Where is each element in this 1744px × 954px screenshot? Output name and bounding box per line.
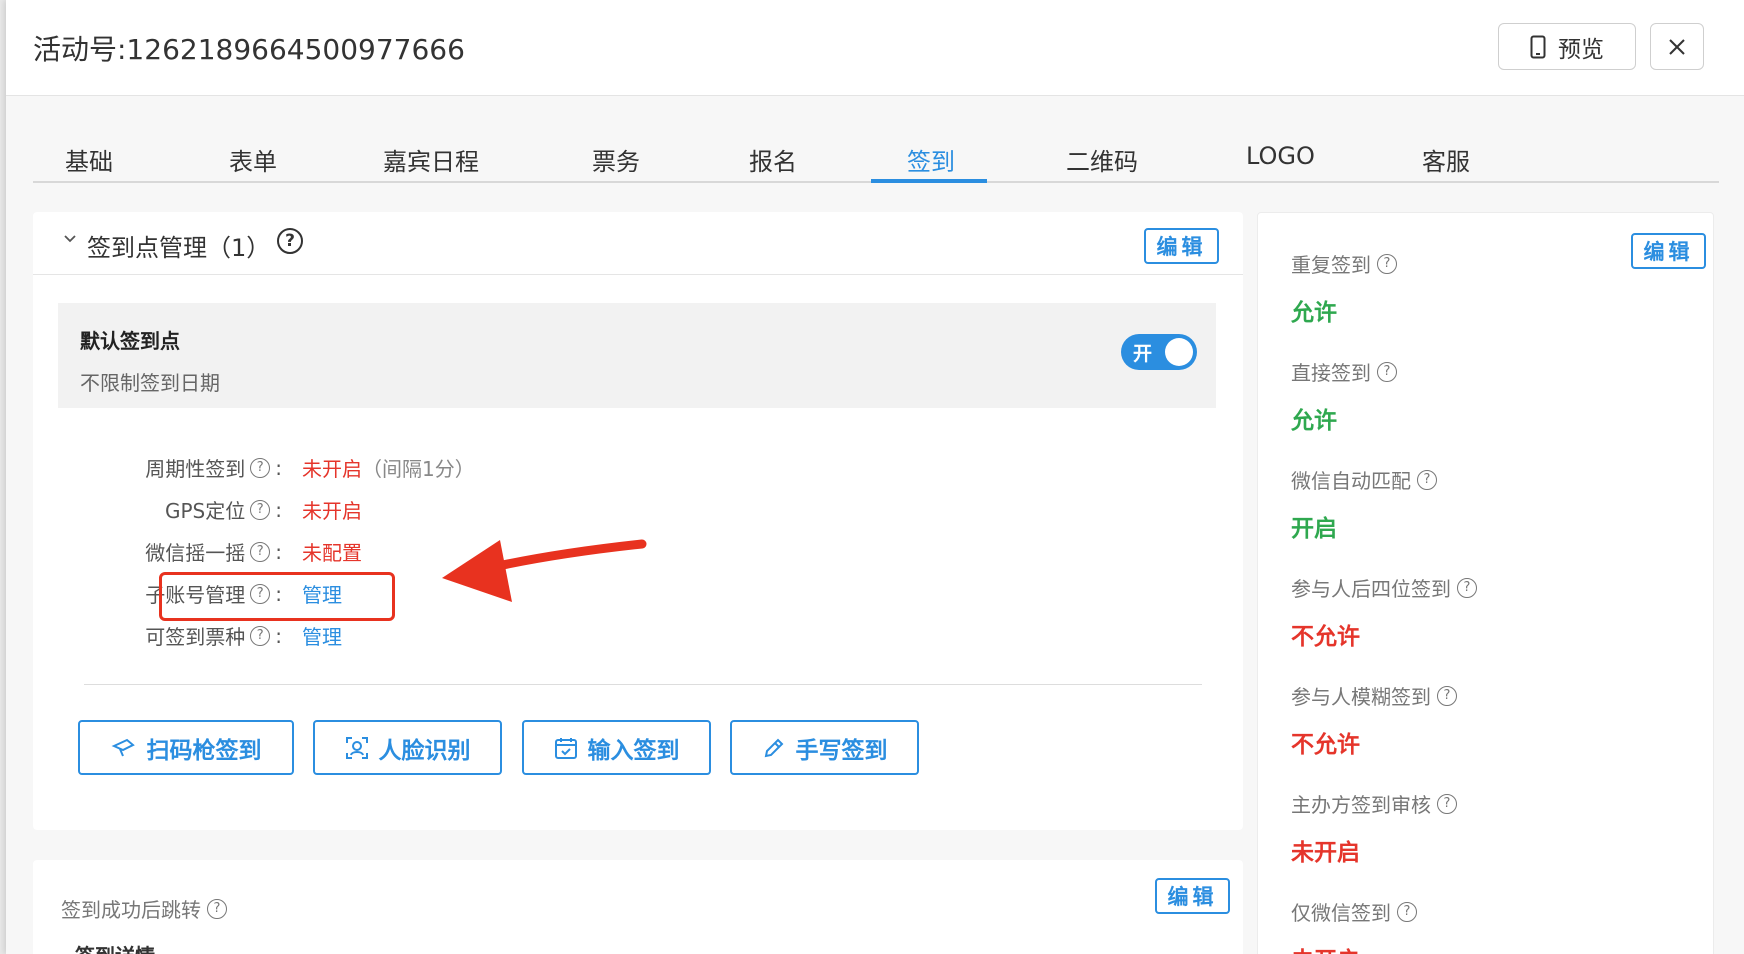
redirect-edit-button[interactable]: 编辑 [1155,878,1230,914]
rule-value-fuzzy: 不允许 [1291,732,1360,758]
tab-qrcode[interactable]: 二维码 [1066,142,1138,177]
help-icon[interactable]: ? [1377,253,1397,274]
calendar-icon [554,737,577,759]
rule-value-organizer-review: 未开启 [1291,840,1360,866]
close-button[interactable] [1650,23,1704,70]
rule-label-repeat: 重复签到? [1291,249,1397,278]
setting-label: 微信摇一摇 ?: [145,539,282,566]
rule-value-repeat: 允许 [1291,300,1337,326]
rule-value-wechat-match: 开启 [1291,516,1337,542]
checkin-points-header: 签到点管理（1） ? 编辑 [33,212,1243,275]
rule-value-direct: 允许 [1291,408,1337,434]
help-icon[interactable]: ? [250,541,271,562]
rule-label-last-four: 参与人后四位签到? [1291,573,1477,602]
face-icon [345,736,368,759]
help-icon[interactable]: ? [1437,793,1457,814]
help-icon[interactable]: ? [1417,469,1437,490]
annotation-highlight-box [159,572,395,621]
tab-registration[interactable]: 报名 [749,142,797,177]
rule-label-fuzzy: 参与人模糊签到? [1291,681,1457,710]
page-title: 活动号:1262189664500977666 [33,33,465,66]
modal-header: 活动号:1262189664500977666 预览 [6,0,1744,96]
default-checkin-point: 默认签到点 不限制签到日期 开 [58,303,1216,408]
redirect-title: 签到成功后跳转 ? [61,894,227,923]
phone-icon [1530,35,1546,58]
scanner-icon [111,738,135,756]
help-icon[interactable]: ? [1377,361,1397,382]
toggle-knob [1165,338,1193,366]
help-icon[interactable]: ? [277,228,303,254]
tab-tickets[interactable]: 票务 [592,142,640,177]
chevron-down-icon[interactable] [63,234,77,244]
toggle-label: 开 [1133,343,1153,365]
help-icon[interactable]: ? [250,457,271,478]
rule-label-wechat-match: 微信自动匹配? [1291,465,1437,494]
help-icon[interactable]: ? [1457,577,1477,598]
checkin-point-subtitle: 不限制签到日期 [80,371,220,395]
divider [84,684,1202,685]
checkin-points-title: 签到点管理（1） [87,234,271,262]
checkin-point-name: 默认签到点 [80,329,180,353]
preview-label: 预览 [1558,36,1604,63]
tab-schedule[interactable]: 嘉宾日程 [383,142,479,177]
setting-value: 未配置 [302,541,362,565]
help-icon[interactable]: ? [1397,901,1417,922]
activity-modal: 活动号:1262189664500977666 预览 基础 表单 嘉宾日程 票务… [6,0,1744,954]
rule-label-organizer-review: 主办方签到审核? [1291,789,1457,818]
tab-logo[interactable]: LOGO [1246,142,1315,170]
help-icon[interactable]: ? [207,898,227,919]
tab-form[interactable]: 表单 [229,142,277,177]
setting-label: 可签到票种 ?: [145,623,282,650]
setting-row-ticket-types: 可签到票种 ?: 管理 [6,621,706,653]
scanner-checkin-button[interactable]: 扫码枪签到 [78,720,294,775]
tab-checkin[interactable]: 签到 [907,142,955,177]
help-icon[interactable]: ? [1437,685,1457,706]
checkin-point-toggle[interactable]: 开 [1121,334,1197,370]
rule-label-direct: 直接签到? [1291,357,1397,386]
rules-edit-button[interactable]: 编辑 [1631,233,1706,269]
annotation-arrow-icon [442,539,647,602]
tab-service[interactable]: 客服 [1422,142,1470,177]
handwrite-checkin-button[interactable]: 手写签到 [730,720,919,775]
setting-value: 未开启（间隔1分） [302,457,475,481]
input-checkin-button[interactable]: 输入签到 [522,720,711,775]
tab-basic[interactable]: 基础 [65,142,113,177]
setting-row-gps: GPS定位 ?: 未开启 [6,495,706,527]
pencil-icon [764,738,783,757]
help-icon[interactable]: ? [250,625,271,646]
checkin-points-edit-button[interactable]: 编辑 [1144,228,1219,264]
preview-button[interactable]: 预览 [1498,23,1636,70]
setting-value: 未开启 [302,499,362,523]
tab-bar: 基础 表单 嘉宾日程 票务 报名 签到 二维码 LOGO 客服 [33,132,1719,183]
redirect-subtitle: 签到详情 [75,940,155,954]
face-recognition-button[interactable]: 人脸识别 [313,720,502,775]
setting-label: GPS定位 ?: [164,497,282,524]
help-icon[interactable]: ? [250,499,271,520]
close-icon [1669,38,1685,55]
rule-label-wechat-only: 仅微信签到? [1291,897,1417,926]
setting-label: 周期性签到 ?: [145,455,282,482]
rule-value-wechat-only: 未开启 [1291,941,1360,954]
rule-value-last-four: 不允许 [1291,624,1360,650]
ticket-types-manage-link[interactable]: 管理 [302,621,342,650]
active-tab-indicator [871,179,987,183]
setting-row-periodic: 周期性签到 ?: 未开启（间隔1分） [6,453,706,485]
redirect-card: 签到成功后跳转 ? 编辑 签到详情 [33,860,1243,954]
